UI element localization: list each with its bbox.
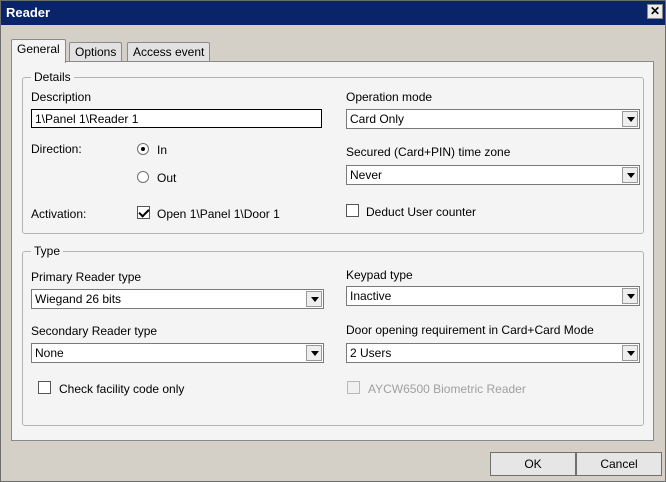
keypad-type-label: Keypad type <box>346 268 413 282</box>
keypad-type-select[interactable]: Inactive <box>346 286 640 306</box>
biometric-reader-label: AYCW6500 Biometric Reader <box>368 382 526 396</box>
primary-reader-type-label: Primary Reader type <box>31 270 142 284</box>
tab-options[interactable]: Options <box>69 42 123 62</box>
chevron-down-icon[interactable] <box>622 345 638 361</box>
door-opening-requirement-label: Door opening requirement in Card+Card Mo… <box>346 323 594 337</box>
type-legend: Type <box>31 244 64 258</box>
secured-timezone-select[interactable]: Never <box>346 165 640 185</box>
operation-mode-value: Card Only <box>350 112 405 126</box>
check-facility-code-label[interactable]: Check facility code only <box>59 382 184 396</box>
secured-timezone-value: Never <box>350 168 383 182</box>
activation-checkbox[interactable] <box>137 206 150 219</box>
check-facility-code-checkbox[interactable] <box>38 381 51 394</box>
secondary-reader-type-value: None <box>35 346 64 360</box>
title-bar: Reader ✕ <box>1 1 665 25</box>
window-title: Reader <box>6 5 51 20</box>
secured-timezone-label: Secured (Card+PIN) time zone <box>346 145 511 159</box>
direction-label: Direction: <box>31 142 82 156</box>
secondary-reader-type-select[interactable]: None <box>31 343 324 363</box>
cancel-button[interactable]: Cancel <box>576 452 662 476</box>
ok-button[interactable]: OK <box>490 452 576 476</box>
details-group: Details Description 1\Panel 1\Reader 1 D… <box>22 70 644 234</box>
activation-checkbox-label[interactable]: Open 1\Panel 1\Door 1 <box>157 207 280 221</box>
description-input[interactable]: 1\Panel 1\Reader 1 <box>31 109 322 128</box>
chevron-down-icon[interactable] <box>622 111 638 127</box>
door-opening-requirement-value: 2 Users <box>350 346 392 360</box>
reader-dialog: Reader ✕ General Options Access event De… <box>0 0 666 482</box>
keypad-type-value: Inactive <box>350 289 392 303</box>
chevron-down-icon[interactable] <box>622 288 638 304</box>
type-group: Type Primary Reader type Wiegand 26 bits… <box>22 244 644 426</box>
direction-in-radio[interactable] <box>137 143 149 155</box>
deduct-counter-checkbox[interactable] <box>346 204 359 217</box>
description-label: Description <box>31 90 92 104</box>
secondary-reader-type-label: Secondary Reader type <box>31 324 158 338</box>
close-button[interactable]: ✕ <box>647 4 663 19</box>
chevron-down-icon[interactable] <box>622 167 638 183</box>
chevron-down-icon[interactable] <box>306 345 322 361</box>
direction-out-label[interactable]: Out <box>157 171 176 185</box>
operation-mode-label: Operation mode <box>346 90 433 104</box>
general-tab-panel: Details Description 1\Panel 1\Reader 1 D… <box>11 61 654 441</box>
direction-out-radio[interactable] <box>137 171 149 183</box>
tab-access-event[interactable]: Access event <box>127 42 211 62</box>
door-opening-requirement-select[interactable]: 2 Users <box>346 343 640 363</box>
details-legend: Details <box>31 70 74 84</box>
operation-mode-select[interactable]: Card Only <box>346 109 640 129</box>
primary-reader-type-select[interactable]: Wiegand 26 bits <box>31 289 324 309</box>
close-icon: ✕ <box>649 4 661 18</box>
direction-in-label[interactable]: In <box>157 143 167 157</box>
chevron-down-icon[interactable] <box>306 291 322 307</box>
deduct-counter-label[interactable]: Deduct User counter <box>366 205 476 219</box>
biometric-reader-checkbox <box>347 381 360 394</box>
primary-reader-type-value: Wiegand 26 bits <box>35 292 122 306</box>
activation-label: Activation: <box>31 207 87 221</box>
tab-general[interactable]: General <box>11 39 66 63</box>
